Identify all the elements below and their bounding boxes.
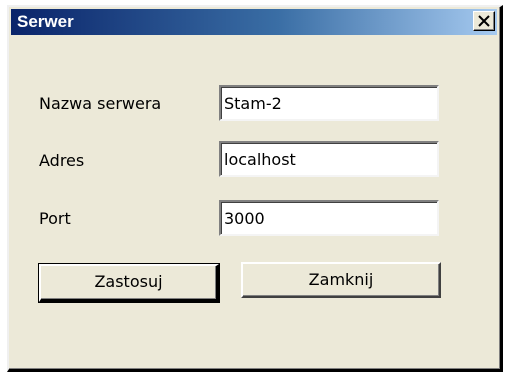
address-label: Adres [39, 151, 85, 170]
close-x-icon [478, 15, 490, 27]
server-dialog: Serwer Nazwa serwera Adres Port Zastosuj… [7, 5, 503, 372]
port-label: Port [39, 209, 71, 228]
address-input[interactable] [219, 141, 439, 177]
apply-button[interactable]: Zastosuj [39, 264, 219, 302]
port-input[interactable] [219, 200, 439, 236]
close-button[interactable]: Zamknij [241, 262, 441, 298]
window-title: Serwer [17, 12, 74, 31]
titlebar[interactable]: Serwer [11, 9, 497, 35]
close-window-button[interactable] [473, 11, 495, 31]
server-name-label: Nazwa serwera [39, 94, 162, 113]
server-name-input[interactable] [219, 85, 439, 121]
